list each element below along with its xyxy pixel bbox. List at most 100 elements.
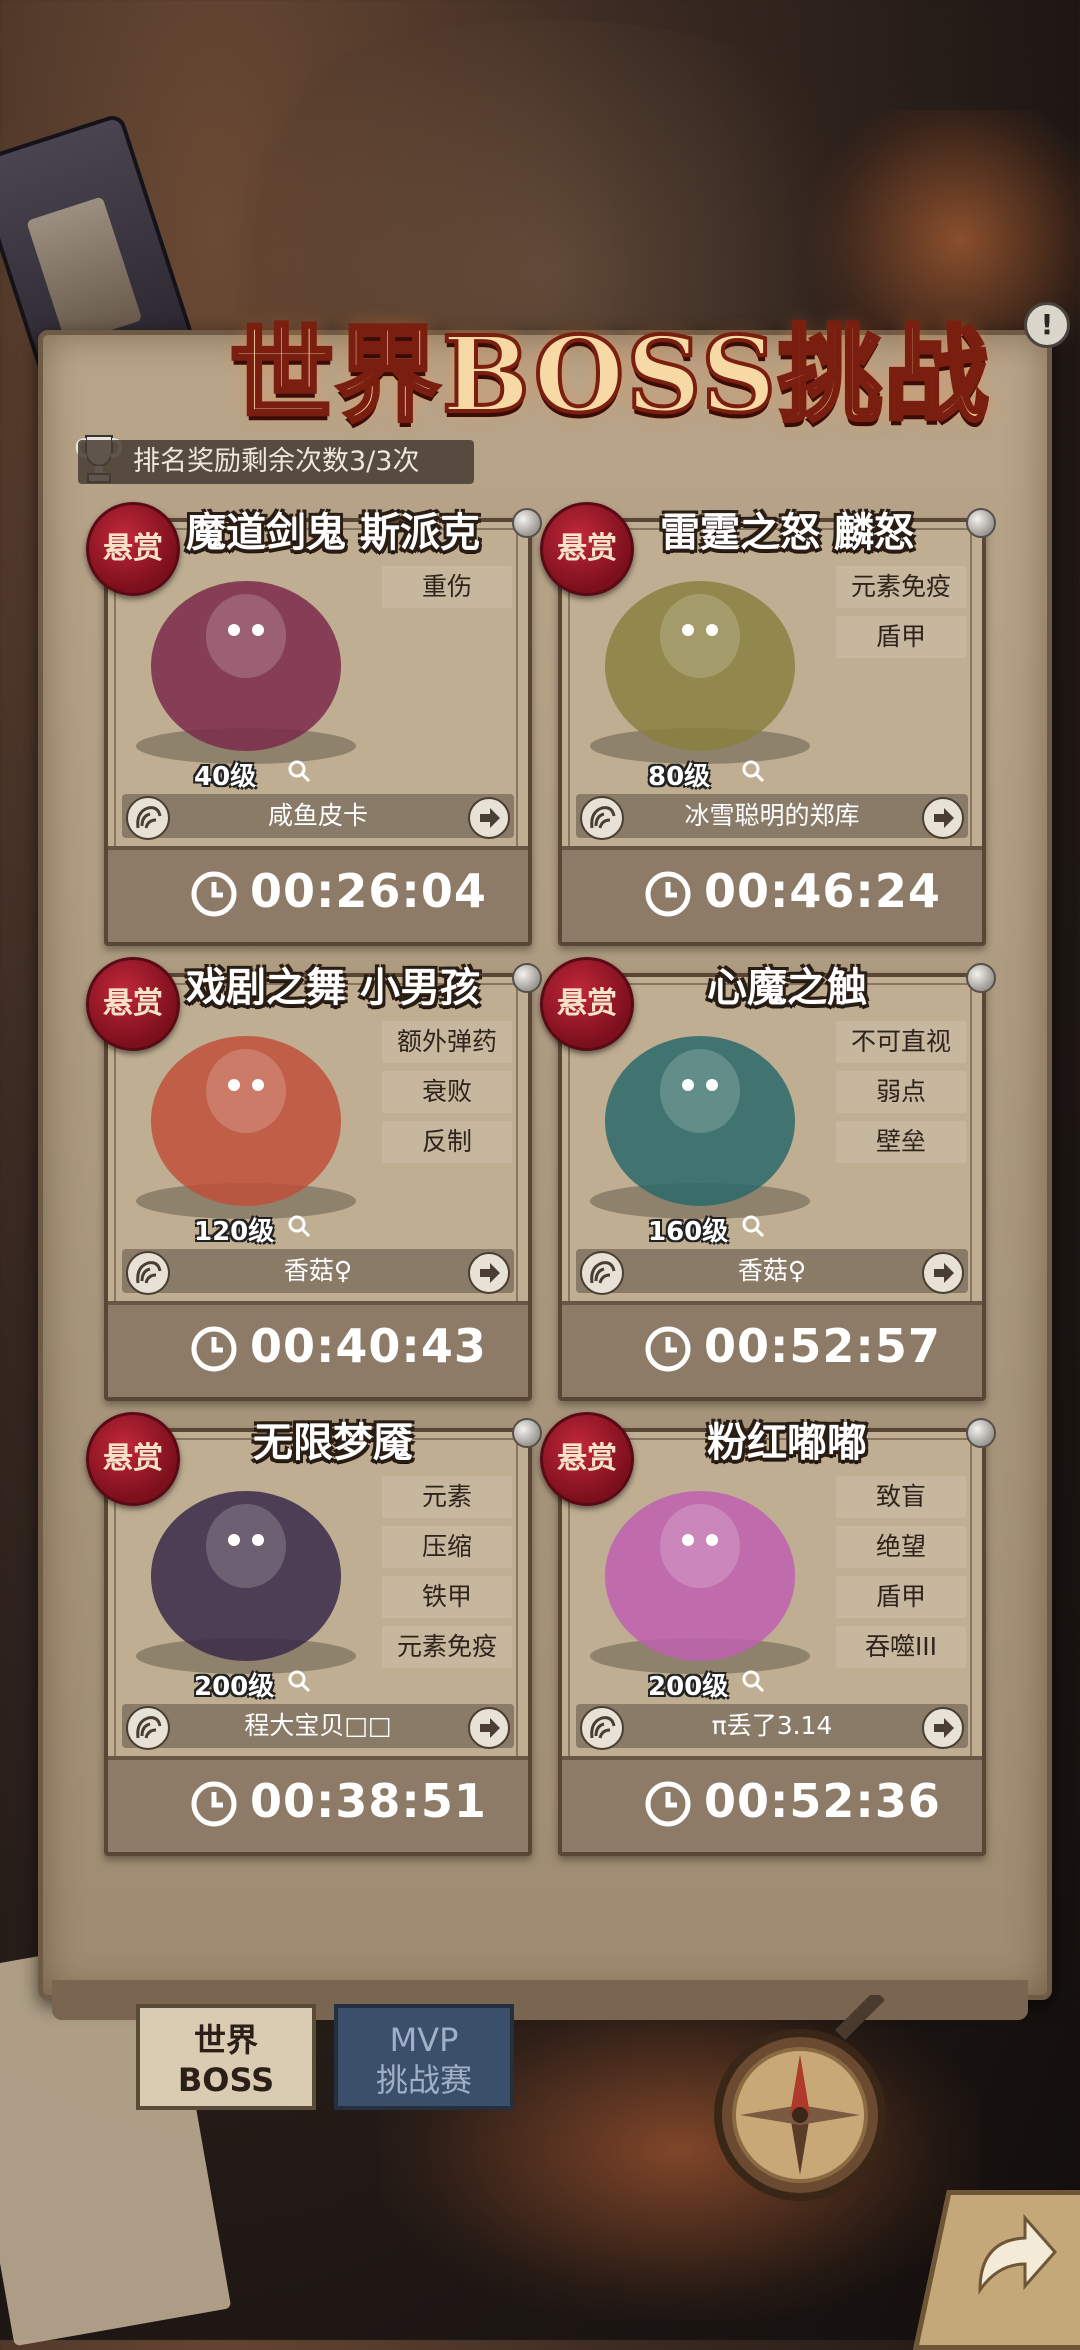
boss-name: 雷霆之怒 麟怒 — [660, 510, 914, 556]
arrow-right-icon[interactable] — [922, 1252, 964, 1294]
top-player-name: 香菇♀ — [283, 1256, 353, 1285]
tab-mvp-label-2: 挑战赛 — [375, 2061, 472, 2099]
boss-trait-list: 重伤 — [382, 566, 512, 608]
top-player-bar[interactable]: 程大宝贝□□ — [122, 1704, 514, 1750]
boss-level: 200级 — [194, 1672, 275, 1702]
boss-trait-tag: 盾甲 — [836, 616, 966, 658]
boss-timer: 00:26:04 — [250, 864, 487, 918]
clock-icon — [191, 1781, 237, 1827]
arrow-right-icon[interactable] — [922, 1707, 964, 1749]
top-player-name: π丢了3.14 — [711, 1711, 833, 1740]
boss-trait-list: 额外弹药 衰败 反制 — [382, 1021, 512, 1163]
rank-reward-remaining: 排名奖励剩余次数3/3次 — [78, 440, 474, 484]
boss-card[interactable]: 悬赏 戏剧之舞 小男孩 额外弹药 衰败 反制 120级 香菇♀ 00:40:43 — [86, 957, 542, 1401]
page-title: 世界BOSS挑战 — [228, 311, 991, 438]
tab-mvp-challenge[interactable]: MVP 挑战赛 — [334, 2004, 514, 2110]
boss-card[interactable]: 悬赏 心魔之触 不可直视 弱点 壁垒 160级 香菇♀ 00:52:57 — [540, 957, 996, 1401]
clock-icon — [645, 1781, 691, 1827]
timer-band: 00:38:51 — [108, 1756, 528, 1852]
top-player-name: 冰雪聪明的郑库 — [684, 801, 860, 830]
top-player-bar[interactable]: 咸鱼皮卡 — [122, 794, 514, 840]
boss-timer: 00:46:24 — [704, 864, 941, 918]
boss-card[interactable]: 悬赏 粉红嘟嘟 致盲 绝望 盾甲 吞噬III 200级 π丢了3.14 00:52:3… — [540, 1412, 996, 1856]
timer-band: 00:46:24 — [562, 846, 982, 942]
claw-icon — [126, 796, 170, 840]
return-arrow-icon — [978, 2214, 1058, 2295]
pin-icon — [966, 1418, 996, 1448]
boss-trait-list: 元素免疫 盾甲 — [836, 566, 966, 658]
arrow-right-icon[interactable] — [468, 1707, 510, 1749]
claw-icon — [580, 796, 624, 840]
arrow-right-icon[interactable] — [468, 1252, 510, 1294]
claw-icon — [126, 1251, 170, 1295]
boss-trait-tag: 吞噬III — [836, 1626, 966, 1668]
top-player-bar[interactable]: 香菇♀ — [576, 1249, 968, 1295]
boss-level: 40级 — [194, 762, 257, 792]
boss-trait-list: 元素压缩铁甲元素免疫 — [382, 1476, 512, 1668]
magnifier-icon[interactable] — [286, 1668, 312, 1694]
boss-timer: 00:40:43 — [250, 1319, 487, 1373]
compass-icon — [714, 1995, 886, 2201]
pin-icon — [512, 1418, 542, 1448]
clock-icon — [645, 1326, 691, 1372]
clock-icon — [191, 1326, 237, 1372]
boss-trait-tag: 铁甲 — [382, 1576, 512, 1618]
magnifier-icon[interactable] — [740, 1668, 766, 1694]
boss-name: 无限梦魇 — [253, 1420, 413, 1466]
magnifier-icon[interactable] — [286, 758, 312, 784]
boss-card[interactable]: 悬赏 雷霆之怒 麟怒 元素免疫 盾甲 80级 冰雪聪明的郑库 00:46:24 — [540, 502, 996, 946]
top-player-bar[interactable]: 香菇♀ — [122, 1249, 514, 1295]
boss-trait-tag: 元素 — [382, 1476, 512, 1518]
boss-trait-list: 不可直视 弱点 壁垒 — [836, 1021, 966, 1163]
boss-trait-tag: 反制 — [382, 1121, 512, 1163]
info-icon[interactable]: ! — [1024, 302, 1070, 348]
timer-band: 00:52:57 — [562, 1301, 982, 1397]
boss-level: 80级 — [648, 762, 711, 792]
boss-name: 心魔之触 — [707, 965, 867, 1011]
claw-icon — [580, 1706, 624, 1750]
top-player-name: 咸鱼皮卡 — [267, 801, 368, 830]
magnifier-icon[interactable] — [740, 758, 766, 784]
top-player-bar[interactable]: 冰雪聪明的郑库 — [576, 794, 968, 840]
magnifier-icon[interactable] — [740, 1213, 766, 1239]
boss-trait-tag: 绝望 — [836, 1526, 966, 1568]
tab-world-label-2: BOSS — [177, 2061, 275, 2099]
boss-trait-tag: 元素免疫 — [382, 1626, 512, 1668]
boss-name: 魔道剑鬼 斯派克 — [186, 510, 480, 556]
tab-world-label-1: 世界 — [193, 2021, 258, 2059]
magnifier-icon[interactable] — [286, 1213, 312, 1239]
timer-band: 00:40:43 — [108, 1301, 528, 1397]
boss-trait-tag: 壁垒 — [836, 1121, 966, 1163]
tab-mvp-label-1: MVP — [389, 2021, 459, 2059]
timer-band: 00:52:36 — [562, 1756, 982, 1852]
pin-icon — [966, 963, 996, 993]
boss-level: 160级 — [648, 1217, 729, 1247]
claw-icon — [126, 1706, 170, 1750]
boss-trait-list: 致盲 绝望 盾甲 吞噬III — [836, 1476, 966, 1668]
boss-trait-tag: 额外弹药 — [382, 1021, 512, 1063]
boss-timer: 00:52:57 — [704, 1319, 941, 1373]
boss-level: 120级 — [194, 1217, 275, 1247]
boss-trait-tag: 元素免疫 — [836, 566, 966, 608]
boss-card[interactable]: 悬赏 无限梦魇 元素 压缩 铁甲 元素免疫 200级 程大宝贝□□ 00:38:51 — [86, 1412, 542, 1856]
boss-trait-tag: 不可直视 — [836, 1021, 966, 1063]
boss-card[interactable]: 悬赏 魔道剑鬼 斯派克 重伤 40级 咸鱼皮卡 00:26:04 — [86, 502, 542, 946]
pin-icon — [512, 963, 542, 993]
boss-trait-tag: 致盲 — [836, 1476, 966, 1518]
timer-band: 00:26:04 — [108, 846, 528, 942]
arrow-right-icon[interactable] — [468, 797, 510, 839]
boss-level: 200级 — [648, 1672, 729, 1702]
boss-trait-tag: 衰败 — [382, 1071, 512, 1113]
tab-world-boss[interactable]: 世界 BOSS — [136, 2004, 316, 2110]
pin-icon — [966, 508, 996, 538]
clock-icon — [191, 871, 237, 917]
pin-icon — [512, 508, 542, 538]
boss-trait-tag: 压缩 — [382, 1526, 512, 1568]
claw-icon — [580, 1251, 624, 1295]
boss-name: 粉红嘟嘟 — [707, 1420, 867, 1466]
top-player-bar[interactable]: π丢了3.14 — [576, 1704, 968, 1750]
boss-timer: 00:52:36 — [704, 1774, 941, 1828]
boss-timer: 00:38:51 — [250, 1774, 487, 1828]
top-player-name: 程大宝贝□□ — [244, 1711, 392, 1740]
arrow-right-icon[interactable] — [922, 797, 964, 839]
